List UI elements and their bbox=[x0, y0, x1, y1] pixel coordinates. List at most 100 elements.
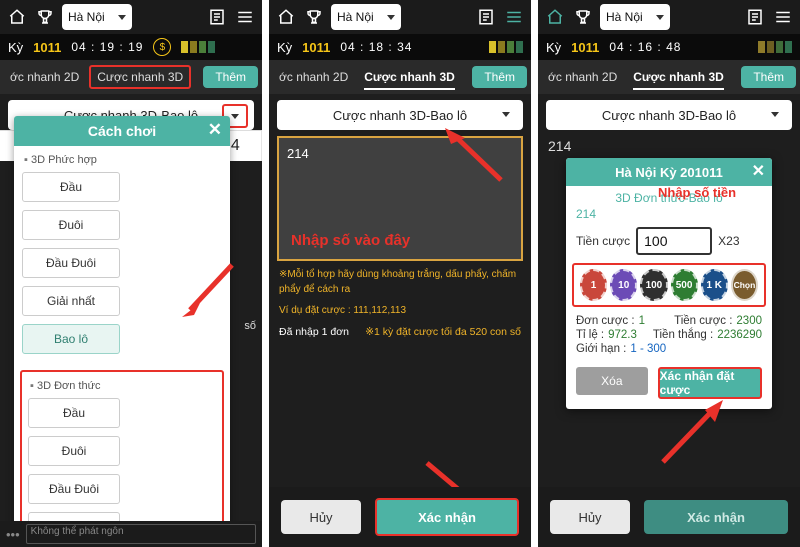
playmode-dropdown-toggle[interactable] bbox=[495, 104, 517, 124]
bet-modal-actions: Xóa Xác nhận đặt cược bbox=[566, 359, 772, 409]
howto-modal-title: Cách chơi bbox=[87, 123, 157, 139]
top-bar: Hà Nội bbox=[0, 0, 262, 34]
side-label: số bbox=[244, 320, 256, 332]
tab-3d[interactable]: Cược nhanh 3D bbox=[627, 65, 730, 90]
screenshot-root: Hà Nội Kỳ 1011 04 : 19 : 19 $ ớc nhanh 2… bbox=[0, 0, 800, 547]
playmode-select-3[interactable]: Cược nhanh 3D-Bao lô bbox=[546, 100, 792, 130]
round-label: Kỳ bbox=[8, 39, 24, 55]
confirm-bet-button[interactable]: Xác nhận đặt cược bbox=[657, 367, 762, 399]
bottom-actions-2: Hủy Xác nhận bbox=[269, 487, 531, 547]
chevron-down-icon bbox=[231, 113, 239, 119]
win-label: Tiền thắng : bbox=[652, 329, 714, 341]
option-dau[interactable]: Đầu bbox=[22, 172, 120, 202]
orders-label: Đơn cược : bbox=[576, 315, 635, 327]
chip-10[interactable]: 10 bbox=[610, 269, 638, 301]
chevron-down-icon bbox=[656, 14, 664, 20]
menu-icon[interactable] bbox=[772, 6, 794, 28]
list-icon[interactable] bbox=[475, 6, 497, 28]
chip-500[interactable]: 500 bbox=[670, 269, 698, 301]
home-icon[interactable] bbox=[275, 6, 297, 28]
number-input-area[interactable]: 214 Nhập số vào đây bbox=[277, 136, 523, 261]
result-blocks bbox=[181, 41, 216, 53]
tab-2d[interactable]: ớc nhanh 2D bbox=[542, 65, 623, 89]
option-giai-nhat[interactable]: Giải nhất bbox=[22, 286, 120, 316]
input-notes: ※Mỗi tổ hợp hãy dùng khoảng trắng, dấu p… bbox=[269, 261, 531, 324]
playmode-dropdown-toggle[interactable] bbox=[764, 104, 786, 124]
region-select-2[interactable]: Hà Nội bbox=[331, 4, 401, 30]
chevron-down-icon bbox=[118, 14, 126, 20]
limit-label: Giới hạn : bbox=[576, 343, 627, 355]
option-dau-duoi[interactable]: Đầu Đuôi bbox=[22, 248, 120, 278]
option-duoi-single[interactable]: Đuôi bbox=[28, 436, 120, 466]
group-compound: 3D Phức hợp Đầu Đuôi Đầu Đuôi Giải nhất … bbox=[14, 146, 230, 364]
top-bar-3: Hà Nội bbox=[538, 0, 800, 34]
tab-3d[interactable]: Cược nhanh 3D bbox=[358, 65, 461, 90]
panel-step-2: Hà Nội Kỳ 1011 04 : 18 : 34 ớc nhanh 2D … bbox=[269, 0, 531, 547]
close-icon[interactable]: ✕ bbox=[752, 161, 765, 181]
clear-button[interactable]: Xóa bbox=[576, 367, 648, 395]
top-bar-2: Hà Nội bbox=[269, 0, 531, 34]
round-bar-3: Kỳ 1011 04 : 16 : 48 bbox=[538, 34, 800, 60]
region-select-3[interactable]: Hà Nội bbox=[600, 4, 670, 30]
round-bar-2: Kỳ 1011 04 : 18 : 34 bbox=[269, 34, 531, 60]
bet-modal-number: 214 bbox=[576, 207, 597, 221]
option-duoi[interactable]: Đuôi bbox=[22, 210, 120, 240]
more-button[interactable]: Thêm bbox=[741, 66, 796, 88]
rate-value: 972.3 bbox=[608, 329, 637, 341]
round-number: 1011 bbox=[33, 39, 62, 55]
chip-100[interactable]: 100 bbox=[640, 269, 668, 301]
confirm-button[interactable]: Xác nhận bbox=[375, 498, 519, 536]
list-icon[interactable] bbox=[744, 6, 766, 28]
max-numbers-note: ※1 kỳ đặt cược tối đa 520 con số bbox=[365, 326, 521, 338]
chevron-down-icon bbox=[387, 14, 395, 20]
more-button[interactable]: Thêm bbox=[203, 66, 258, 88]
chip-custom[interactable]: Chọn bbox=[730, 269, 759, 301]
chevron-down-icon bbox=[771, 111, 779, 117]
menu-icon[interactable] bbox=[234, 6, 256, 28]
cancel-button[interactable]: Hủy bbox=[281, 500, 361, 534]
note-example: Ví dụ đặt cược : 111,112,113 bbox=[279, 305, 407, 316]
menu-icon[interactable] bbox=[503, 6, 525, 28]
tab-2d[interactable]: ớc nhanh 2D bbox=[273, 65, 354, 89]
bet-modal-title: Hà Nội Kỳ 201011 bbox=[615, 164, 723, 180]
countdown: 04 : 19 : 19 bbox=[71, 40, 144, 54]
howto-modal-header: Cách chơi ✕ bbox=[14, 116, 230, 146]
more-button[interactable]: Thêm bbox=[472, 66, 527, 88]
region-select-value: Hà Nội bbox=[68, 10, 105, 24]
close-icon[interactable]: ✕ bbox=[208, 120, 222, 140]
round-number: 1011 bbox=[302, 39, 331, 55]
option-bao-lo[interactable]: Bao lô bbox=[22, 324, 120, 354]
home-icon[interactable] bbox=[6, 6, 28, 28]
trophy-icon[interactable] bbox=[303, 6, 325, 28]
coin-icon: $ bbox=[153, 38, 172, 56]
tabs-row: ớc nhanh 2D Cược nhanh 3D Thêm bbox=[0, 60, 262, 94]
playmode-select-2[interactable]: Cược nhanh 3D-Bao lô bbox=[277, 100, 523, 130]
howto-modal: Cách chơi ✕ 3D Phức hợp Đầu Đuôi Đầu Đuô… bbox=[14, 116, 230, 547]
region-select-value: Hà Nội bbox=[606, 10, 643, 24]
bet-total-label: Tiền cược : bbox=[674, 315, 733, 327]
orders-value: 1 bbox=[638, 315, 645, 327]
round-bar: Kỳ 1011 04 : 19 : 19 $ bbox=[0, 34, 262, 60]
option-dau-duoi-single[interactable]: Đầu Đuôi bbox=[28, 474, 120, 504]
cancel-button[interactable]: Hủy bbox=[550, 500, 630, 534]
option-dau-single[interactable]: Đầu bbox=[28, 398, 120, 428]
tab-2d[interactable]: ớc nhanh 2D bbox=[4, 65, 85, 89]
round-label: Kỳ bbox=[277, 39, 293, 55]
chip-row: 1 10 100 500 1 K Chọn bbox=[572, 263, 766, 307]
result-blocks bbox=[489, 41, 523, 53]
trophy-icon[interactable] bbox=[34, 6, 56, 28]
chip-1[interactable]: 1 bbox=[579, 269, 608, 301]
trophy-icon[interactable] bbox=[572, 6, 594, 28]
amount-hint-annotation: Nhập số tiền bbox=[658, 185, 737, 200]
home-icon[interactable] bbox=[544, 6, 566, 28]
info-row-3: Giới hạn : 1 - 300 bbox=[576, 343, 762, 355]
confirm-button[interactable]: Xác nhận bbox=[644, 500, 788, 534]
chip-1k[interactable]: 1 K bbox=[700, 269, 728, 301]
bet-amount-input[interactable]: 100 bbox=[636, 227, 713, 255]
list-icon[interactable] bbox=[206, 6, 228, 28]
entered-count: Đã nhập 1 đơn bbox=[279, 326, 349, 338]
region-select[interactable]: Hà Nội bbox=[62, 4, 132, 30]
chat-input[interactable]: Không thể phát ngôn bbox=[25, 524, 256, 544]
tab-3d[interactable]: Cược nhanh 3D bbox=[89, 65, 192, 89]
more-icon[interactable]: ••• bbox=[6, 527, 20, 542]
